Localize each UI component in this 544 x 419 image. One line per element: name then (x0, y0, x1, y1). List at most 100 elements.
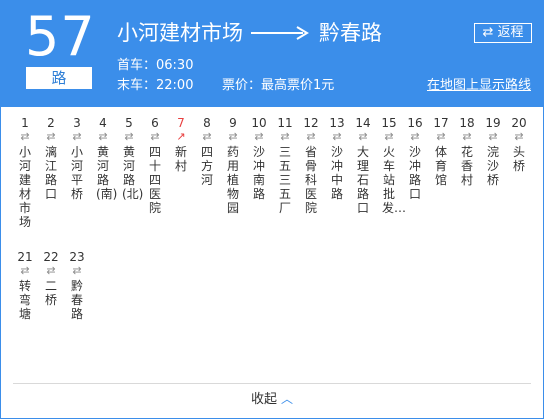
bidirectional-icon: ⇄ (72, 264, 82, 277)
reverse-route-button[interactable]: ⇄ 返程 (474, 23, 532, 43)
chevron-up-icon: ︿ (281, 392, 294, 406)
bidirectional-icon: ⇄ (46, 264, 56, 277)
bidirectional-icon: ⇄ (514, 130, 524, 143)
bidirectional-icon: ⇄ (462, 130, 472, 143)
stop-item[interactable]: 6 ⇄ 四十四医院 (145, 115, 165, 215)
stop-name: 黄河路(南) (96, 145, 118, 201)
stop-item[interactable]: 2 ⇄ 漓江路口 (41, 115, 61, 201)
stop-number: 21 (17, 250, 33, 264)
stop-name: 新村 (174, 145, 187, 173)
stop-name: 沙冲南路 (252, 145, 265, 201)
stop-name: 小河平桥 (70, 145, 83, 201)
route-suffix-badge: 路 (26, 67, 92, 89)
bidirectional-icon: ⇄ (124, 130, 134, 143)
stop-number: 3 (73, 116, 81, 130)
bidirectional-icon: ⇄ (20, 264, 30, 277)
stop-name: 黄河路(北) (122, 145, 144, 201)
stop-number: 10 (251, 116, 267, 130)
stop-name: 小河建材市场 (18, 145, 31, 229)
fare-info: 票价：最高票价1元 (222, 78, 335, 93)
first-bus-time: 首车：06:30 (117, 58, 194, 73)
origin-stop: 小河建材市场 (117, 21, 243, 45)
bidirectional-icon: ⇄ (72, 130, 82, 143)
stop-number: 16 (407, 116, 423, 130)
stop-name: 四十四医院 (148, 145, 161, 215)
stop-name: 大理石路口 (356, 145, 369, 215)
stop-number: 4 (99, 116, 107, 130)
stop-item[interactable]: 9 ⇄ 药用植物园 (223, 115, 243, 215)
right-arrow-icon (251, 17, 311, 49)
stop-name: 体育馆 (434, 145, 447, 187)
bidirectional-icon: ⇄ (20, 130, 30, 143)
stop-item[interactable]: 18 ⇄ 花香村 (457, 115, 477, 187)
stop-item[interactable]: 19 ⇄ 浣沙桥 (483, 115, 503, 187)
stop-name: 药用植物园 (226, 145, 239, 215)
stop-name: 漓江路口 (44, 145, 57, 201)
route-direction: 小河建材市场 黔春路 (117, 17, 382, 49)
stop-item[interactable]: 5 ⇄ 黄河路(北) (119, 115, 144, 201)
stop-number: 13 (329, 116, 345, 130)
stop-item[interactable]: 13 ⇄ 沙冲中路 (327, 115, 347, 201)
stop-number: 1 (21, 116, 29, 130)
stop-item[interactable]: 8 ⇄ 四方河 (197, 115, 217, 187)
stop-number: 20 (511, 116, 527, 130)
stop-number: 23 (69, 250, 85, 264)
bus-arrow-icon: ↗ (176, 130, 186, 143)
stop-item[interactable]: 23 ⇄ 黔春路 (67, 249, 87, 321)
stop-item[interactable]: 17 ⇄ 体育馆 (431, 115, 451, 187)
stop-name: 火车站批发… (382, 145, 407, 215)
stop-number: 19 (485, 116, 501, 130)
stop-name: 花香村 (460, 145, 473, 187)
stop-number: 14 (355, 116, 371, 130)
stop-item[interactable]: 16 ⇄ 沙冲路口 (405, 115, 425, 201)
bidirectional-icon: ⇄ (98, 130, 108, 143)
reverse-label: 返程 (497, 25, 524, 40)
bidirectional-icon: ⇄ (150, 130, 160, 143)
stop-item[interactable]: 22 ⇄ 二桥 (41, 249, 61, 307)
route-header: 57 路 小河建材市场 黔春路 ⇄ 返程 首车：06:30 末车：22:00 票价… (1, 1, 543, 107)
route-number: 57 (25, 5, 96, 68)
show-on-map-link[interactable]: 在地图上显示路线 (427, 77, 531, 95)
stop-item[interactable]: 21 ⇄ 转弯塘 (15, 249, 35, 321)
bidirectional-icon: ⇄ (410, 130, 420, 143)
collapse-button[interactable]: 收起 ︿ (1, 389, 543, 410)
stop-number: 17 (433, 116, 449, 130)
stop-item[interactable]: 15 ⇄ 火车站批发… (379, 115, 407, 215)
stop-name: 三五三五厂 (278, 145, 291, 215)
stop-item[interactable]: 20 ⇄ 头桥 (509, 115, 529, 173)
stop-item[interactable]: 10 ⇄ 沙冲南路 (249, 115, 269, 201)
stop-number: 8 (203, 116, 211, 130)
stop-name: 黔春路 (70, 279, 83, 321)
stop-item[interactable]: 7 ↗ 新村 (171, 115, 191, 173)
stop-number: 7 (177, 116, 185, 130)
stop-item[interactable]: 12 ⇄ 省骨科医院 (301, 115, 321, 215)
bidirectional-icon: ⇄ (228, 130, 238, 143)
stop-item[interactable]: 14 ⇄ 大理石路口 (353, 115, 373, 215)
stop-item[interactable]: 4 ⇄ 黄河路(南) (93, 115, 118, 201)
bidirectional-icon: ⇄ (46, 130, 56, 143)
stop-name: 沙冲中路 (330, 145, 343, 201)
stop-number: 18 (459, 116, 475, 130)
bidirectional-icon: ⇄ (384, 130, 394, 143)
last-bus-time: 末车：22:00 (117, 78, 194, 93)
stop-number: 22 (43, 250, 59, 264)
stop-number: 11 (277, 116, 293, 130)
stop-name: 省骨科医院 (304, 145, 317, 215)
stop-name: 转弯塘 (18, 279, 31, 321)
stop-item[interactable]: 3 ⇄ 小河平桥 (67, 115, 87, 201)
swap-icon: ⇄ (482, 25, 494, 40)
stop-name: 四方河 (200, 145, 213, 187)
stop-item[interactable]: 1 ⇄ 小河建材市场 (15, 115, 35, 229)
stop-name: 沙冲路口 (408, 145, 421, 201)
stop-number: 9 (229, 116, 237, 130)
bidirectional-icon: ⇄ (488, 130, 498, 143)
bus-route-panel: 57 路 小河建材市场 黔春路 ⇄ 返程 首车：06:30 末车：22:00 票价… (0, 0, 544, 419)
stop-number: 5 (125, 116, 133, 130)
stop-number: 12 (303, 116, 319, 130)
stop-item[interactable]: 11 ⇄ 三五三五厂 (275, 115, 295, 215)
bidirectional-icon: ⇄ (280, 130, 290, 143)
stop-number: 6 (151, 116, 159, 130)
stop-name: 浣沙桥 (486, 145, 499, 187)
bidirectional-icon: ⇄ (436, 130, 446, 143)
stop-number: 2 (47, 116, 55, 130)
